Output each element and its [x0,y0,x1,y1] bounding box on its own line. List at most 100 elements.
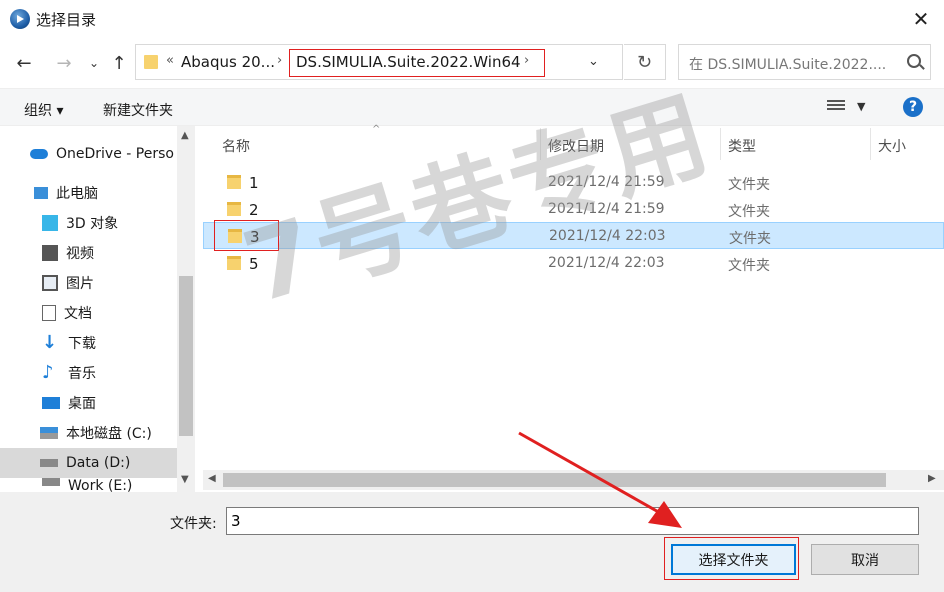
organize-button[interactable]: 组织 ▾ [24,100,63,120]
item-name: 5 [249,255,259,273]
column-divider[interactable] [540,128,541,160]
chevron-right-icon[interactable]: › [277,53,282,68]
search-placeholder: 在 DS.SIMULIA.Suite.2022.... [689,57,887,73]
sidebar-item-drive-d[interactable]: Data (D:) [0,448,177,478]
folder-label: 文件夹: [170,516,217,532]
item-modified: 2021/12/4 21:59 [548,174,665,190]
sidebar-item-label: 桌面 [68,396,96,412]
sidebar-item-label: Work (E:) [68,478,133,492]
sidebar-item-onedrive[interactable]: OneDrive - Perso [30,139,174,169]
search-input[interactable]: 在 DS.SIMULIA.Suite.2022.... [678,44,931,80]
sidebar-item-documents[interactable]: 文档 [42,298,92,328]
folder-icon [227,202,241,216]
forward-arrow-icon[interactable]: → [52,49,76,77]
folder-icon [144,55,158,69]
column-header-size[interactable]: 大小 [878,136,906,170]
chevron-down-icon[interactable]: ⌄ [588,54,599,69]
item-type: 文件夹 [728,204,770,220]
annotation-highlight [664,537,799,580]
item-modified: 2021/12/4 21:59 [548,201,665,217]
column-divider[interactable] [720,128,721,160]
music-icon: ♪ [42,362,54,383]
list-item[interactable]: 1 2021/12/4 21:59 文件夹 [203,169,944,196]
close-button[interactable]: ✕ [898,0,944,38]
document-icon [42,305,56,321]
help-icon[interactable]: ? [903,97,923,117]
recent-locations-chevron-icon[interactable]: ⌄ [82,49,106,77]
sidebar-item-label: 图片 [66,276,94,292]
desktop-icon [42,397,60,409]
sidebar-item-label: 下载 [68,336,96,352]
sidebar-item-label: 文档 [64,306,92,322]
item-modified: 2021/12/4 22:03 [548,255,665,271]
sidebar-item-videos[interactable]: 视频 [42,238,94,268]
cloud-icon [30,149,48,159]
sidebar-item-downloads[interactable]: ↓ 下载 [42,328,96,358]
scroll-left-icon[interactable]: ◀ [208,473,216,484]
column-divider[interactable] [870,128,871,160]
drive-icon [40,459,58,467]
sidebar-item-label: 视频 [66,246,94,262]
video-icon [42,245,58,261]
search-icon[interactable] [907,54,921,68]
sidebar-item-pictures[interactable]: 图片 [42,268,94,298]
list-item-selected[interactable]: 3 2021/12/4 22:03 文件夹 [203,222,944,249]
sidebar-item-label: Data (D:) [66,455,131,471]
column-header-modified[interactable]: 修改日期 [548,136,604,170]
folder-icon [227,256,241,270]
new-folder-button[interactable]: 新建文件夹 [103,100,173,120]
scroll-right-icon[interactable]: ▶ [928,473,936,484]
sidebar-item-music[interactable]: ♪ 音乐 [42,358,96,388]
sidebar-item-drive-e[interactable]: Work (E:) [42,478,132,492]
list-item[interactable]: 5 2021/12/4 22:03 文件夹 [203,250,944,277]
breadcrumb-abaqus[interactable]: Abaqus 20... [181,53,275,71]
sidebar-item-desktop[interactable]: 桌面 [42,388,96,418]
item-type: 文件夹 [729,231,771,247]
column-header-type[interactable]: 类型 [728,136,756,170]
list-item[interactable]: 2 2021/12/4 21:59 文件夹 [203,196,944,223]
cube-icon [42,215,58,231]
item-type: 文件夹 [728,177,770,193]
sidebar-item-label: OneDrive - Perso [56,146,174,162]
back-arrow-icon[interactable]: ← [12,49,36,77]
sidebar-scrollbar[interactable]: ▲ ▼ [177,126,195,492]
title-bar: 选择目录 ✕ [0,0,944,38]
scroll-down-icon[interactable]: ▼ [181,474,189,485]
up-arrow-icon[interactable]: ↑ [107,49,131,77]
item-name: 2 [249,201,259,219]
annotation-highlight [214,220,279,251]
sidebar-item-label: 此电脑 [56,186,98,202]
scroll-thumb[interactable] [223,473,886,487]
item-modified: 2021/12/4 22:03 [549,228,666,244]
refresh-button[interactable]: ↻ [624,44,666,80]
picture-icon [42,275,58,291]
cancel-button[interactable]: 取消 [811,544,919,575]
scroll-up-icon[interactable]: ▲ [181,130,189,141]
sidebar-item-label: 音乐 [68,366,96,382]
toolbar: 组织 ▾ 新建文件夹 [0,88,944,126]
horizontal-scrollbar[interactable]: ◀ ▶ [203,470,944,490]
view-dropdown-icon[interactable]: ▼ [857,100,865,113]
sidebar-item-label: 本地磁盘 (C:) [66,426,152,442]
sort-ascending-icon: ^ [372,124,381,135]
navigation-pane: OneDrive - Perso 此电脑 3D 对象 视频 图片 文档 ↓ 下载… [0,126,195,492]
window-title: 选择目录 [36,11,97,29]
address-bar[interactable]: « Abaqus 20... › DS.SIMULIA.Suite.2022.W… [135,44,623,80]
folder-name-input[interactable] [226,507,919,535]
drive-icon [42,478,60,486]
folder-icon [227,175,241,189]
sidebar-item-3d-objects[interactable]: 3D 对象 [42,208,118,238]
sidebar-item-label: 3D 对象 [66,216,119,232]
sidebar-item-this-pc[interactable]: 此电脑 [34,178,98,208]
annotation-highlight [289,49,545,77]
drive-icon [40,427,58,439]
computer-icon [34,187,48,199]
sidebar-item-drive-c[interactable]: 本地磁盘 (C:) [40,418,152,448]
scroll-thumb[interactable] [179,276,193,436]
column-header-name[interactable]: 名称 [222,136,250,170]
view-options-icon[interactable] [827,100,845,114]
breadcrumb-overflow[interactable]: « [166,53,174,68]
item-type: 文件夹 [728,258,770,274]
app-icon [10,9,30,29]
download-icon: ↓ [42,332,58,353]
